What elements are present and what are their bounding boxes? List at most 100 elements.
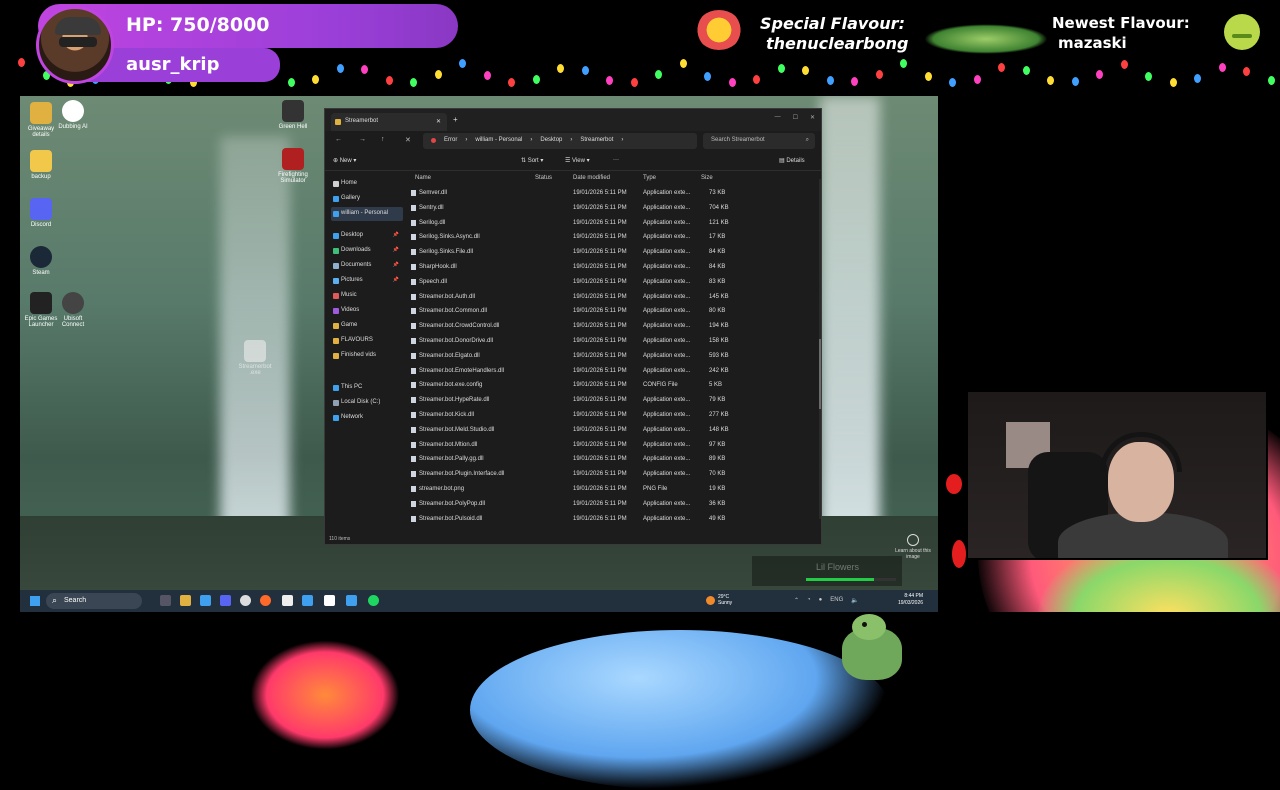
stop-icon[interactable]: ✕ [405, 136, 411, 144]
desktop-icon-ubisoft[interactable]: Ubisoft Connect [52, 292, 94, 328]
column-date[interactable]: Date modified [573, 175, 610, 181]
vscode-icon[interactable] [302, 595, 313, 606]
nav-item[interactable]: Gallery [331, 192, 403, 206]
table-row[interactable]: Serilog.Sinks.File.dll 19/01/2026 5:11 PM… [409, 246, 817, 260]
more-button[interactable]: ··· [613, 157, 619, 163]
cell-size: 242 KB [709, 367, 729, 374]
table-row[interactable]: Streamer.bot.EmoteHandlers.dll 19/01/2026… [409, 365, 817, 379]
table-row[interactable]: Streamer.bot.Meld.Studio.dll 19/01/2026 5… [409, 424, 817, 438]
column-name[interactable]: Name [415, 175, 431, 181]
spotify-icon[interactable] [368, 595, 379, 606]
address-bar[interactable]: Error › william - Personal › Desktop › S… [423, 133, 697, 149]
windows-start-icon[interactable] [30, 596, 40, 606]
minimize-button[interactable]: — [775, 114, 781, 121]
table-row[interactable]: SharpHook.dll 19/01/2026 5:11 PM Applicati… [409, 261, 817, 275]
file-explorer-window[interactable]: Streamerbot ✕ + — ☐ ✕ ← → ↑ ✕ Error › wi… [324, 108, 822, 545]
table-row[interactable]: Streamer.bot.Mtion.dll 19/01/2026 5:11 PM… [409, 439, 817, 453]
search-input[interactable]: Search Streamerbot ⌕ [703, 133, 815, 149]
table-row[interactable]: Streamer.bot.Pally.gg.dll 19/01/2026 5:11… [409, 453, 817, 467]
breadcrumb-streamerbot[interactable]: Streamerbot [580, 137, 613, 149]
nav-item[interactable]: Game [331, 319, 403, 333]
scrollbar-thumb[interactable] [819, 339, 821, 409]
table-row[interactable]: Sentry.dll 19/01/2026 5:11 PM Application … [409, 202, 817, 216]
table-row[interactable]: Streamer.bot.PolyPop.dll 19/01/2026 5:11 … [409, 498, 817, 512]
desktop-icon-steam[interactable]: Steam [20, 246, 62, 276]
discord-taskbar-icon[interactable] [220, 595, 231, 606]
nav-item[interactable]: Network [331, 411, 403, 425]
desktop-icon-discord[interactable]: Discord [20, 198, 62, 228]
close-tab-icon[interactable]: ✕ [436, 118, 441, 125]
table-row[interactable]: Streamer.bot.Kick.dll 19/01/2026 5:11 PM A… [409, 409, 817, 423]
table-row[interactable]: streamer.bot.png 19/01/2026 5:11 PM PNG Fi… [409, 483, 817, 497]
notepad-icon[interactable] [282, 595, 293, 606]
chevron-up-icon[interactable]: ⌃ [794, 597, 799, 604]
table-row[interactable]: Streamer.bot.Common.dll 19/01/2026 5:11 P… [409, 305, 817, 319]
nav-item[interactable]: Finished vids [331, 349, 403, 363]
app-icon[interactable] [346, 595, 357, 606]
taskbar-search[interactable]: Search [46, 593, 142, 609]
scrollbar[interactable] [819, 179, 821, 519]
nav-item[interactable]: Downloads 📌 [331, 244, 403, 258]
table-row[interactable]: Speech.dll 19/01/2026 5:11 PM Application … [409, 276, 817, 290]
tray-app-icon[interactable]: ● [819, 597, 823, 604]
column-size[interactable]: Size [701, 175, 713, 181]
table-row[interactable]: Serilog.Sinks.Async.dll 19/01/2026 5:11 P… [409, 231, 817, 245]
breadcrumb-desktop[interactable]: Desktop [540, 137, 562, 149]
obs-icon[interactable] [240, 595, 251, 606]
file-icon [411, 293, 416, 300]
store-icon[interactable] [200, 595, 211, 606]
table-row[interactable]: Streamer.bot.Elgato.dll 19/01/2026 5:11 P… [409, 350, 817, 364]
taskbar-clock[interactable]: 8:44 PM 19/03/2026 [898, 593, 923, 607]
nav-item[interactable]: Local Disk (C:) [331, 396, 403, 410]
nav-item[interactable]: This PC [331, 381, 403, 395]
firefox-icon[interactable] [260, 595, 271, 606]
view-button[interactable]: ☰ View ▾ [565, 157, 590, 164]
forward-arrow-icon[interactable]: → [359, 136, 366, 143]
language-indicator[interactable]: ENG [830, 597, 843, 604]
details-button[interactable]: ▤ Details [779, 157, 805, 164]
volume-icon[interactable]: 🔈 [851, 597, 858, 604]
task-view-icon[interactable] [160, 595, 171, 606]
new-button[interactable]: ⊕ New ▾ [333, 157, 356, 164]
table-row[interactable]: Streamer.bot.Pulsoid.dll 19/01/2026 5:11 … [409, 513, 817, 527]
close-window-button[interactable]: ✕ [810, 114, 815, 121]
new-tab-button[interactable]: + [453, 115, 458, 124]
column-status[interactable]: Status [535, 175, 552, 181]
nav-item[interactable]: william - Personal [331, 207, 403, 221]
breadcrumb-error[interactable]: Error [444, 137, 457, 149]
table-row[interactable]: Streamer.bot.HypeRate.dll 19/01/2026 5:11… [409, 394, 817, 408]
column-type[interactable]: Type [643, 175, 656, 181]
desktop-icon-dubbing[interactable]: Dubbing AI [52, 100, 94, 130]
sort-button[interactable]: ⇅ Sort ▾ [521, 157, 543, 164]
document-icon[interactable] [324, 595, 335, 606]
up-arrow-icon[interactable]: ↑ [381, 136, 385, 143]
nav-item[interactable]: Videos [331, 304, 403, 318]
desktop-icon-backup[interactable]: backup [20, 150, 62, 180]
desktop-icon-streamerbot-drag[interactable]: Streamerbot .exe [234, 340, 276, 376]
nav-item[interactable]: Music [331, 289, 403, 303]
back-arrow-icon[interactable]: ← [335, 136, 342, 143]
network-icon[interactable]: ◔ [807, 597, 811, 604]
table-row[interactable]: Semver.dll 19/01/2026 5:11 PM Application … [409, 187, 817, 201]
cell-date: 19/01/2026 5:11 PM [573, 293, 627, 300]
learn-about-image[interactable]: Learn about this image [888, 534, 938, 560]
desktop-icon-green-hell[interactable]: Green Hell [272, 100, 314, 130]
nav-item[interactable]: FLAVOURS [331, 334, 403, 348]
file-explorer-icon[interactable] [180, 595, 191, 606]
desktop-icon-firefighting[interactable]: Firefighting Simulator [272, 148, 314, 184]
table-row[interactable]: Streamer.bot.exe.config 19/01/2026 5:11 P… [409, 379, 817, 393]
table-row[interactable]: Streamer.bot.CrowdControl.dll 19/01/2026 … [409, 320, 817, 334]
table-row[interactable]: Streamer.bot.DonorDrive.dll 19/01/2026 5:… [409, 335, 817, 349]
nav-item[interactable]: Home [331, 177, 403, 191]
weather-widget[interactable]: 29°C Sunny [718, 594, 732, 606]
nav-item[interactable]: Desktop 📌 [331, 229, 403, 243]
table-row[interactable]: Streamer.bot.Auth.dll 19/01/2026 5:11 PM A… [409, 291, 817, 305]
table-row[interactable]: Serilog.dll 19/01/2026 5:11 PM Application… [409, 217, 817, 231]
tab-streamerbot[interactable]: Streamerbot ✕ [331, 113, 447, 131]
cell-date: 19/01/2026 5:11 PM [573, 308, 627, 315]
nav-item[interactable]: Pictures 📌 [331, 274, 403, 288]
table-row[interactable]: Streamer.bot.Plugin.Interface.dll 19/01/2… [409, 468, 817, 482]
nav-item[interactable]: Documents 📌 [331, 259, 403, 273]
breadcrumb-user[interactable]: william - Personal [475, 137, 522, 149]
maximize-button[interactable]: ☐ [793, 114, 798, 121]
